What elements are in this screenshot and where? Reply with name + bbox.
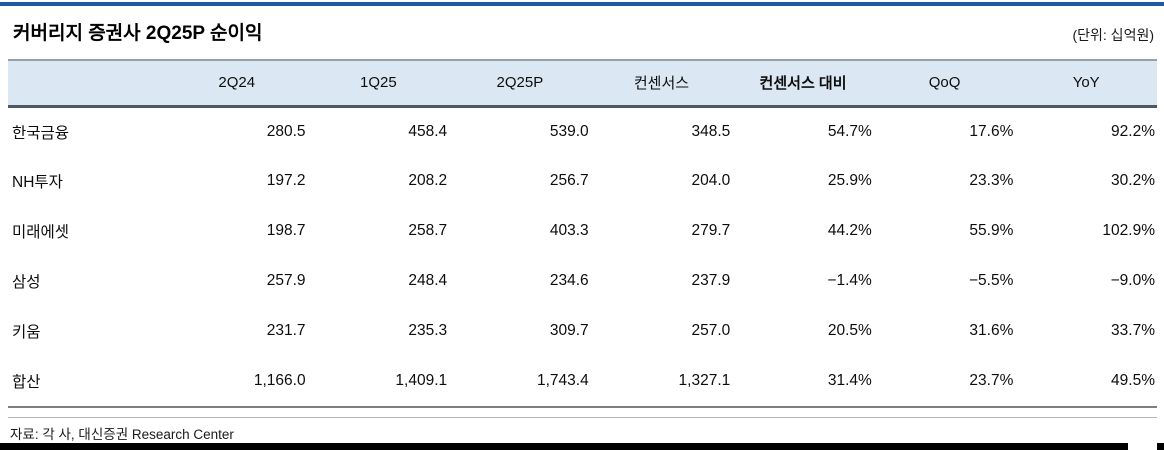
value-cell: −9.0% xyxy=(1110,272,1155,289)
table-header-row: 2Q24 1Q25 2Q25P 컨센서스 컨센서스 대비 QoQ YoY xyxy=(8,60,1157,106)
column-header-vs-consensus: 컨센서스 대비 xyxy=(759,75,847,93)
value-cell: 539.0 xyxy=(549,122,589,140)
value-cell: 31.4% xyxy=(827,372,872,389)
value-cell: 44.2% xyxy=(827,222,872,239)
value-cell: 1,409.1 xyxy=(395,372,448,389)
value-cell: 234.6 xyxy=(549,272,589,289)
value-cell: 1,743.4 xyxy=(536,372,589,389)
value-cell: 54.7% xyxy=(827,122,872,140)
net-income-table-wrap: 2Q24 1Q25 2Q25P 컨센서스 컨센서스 대비 QoQ YoY 한국금… xyxy=(8,59,1157,406)
table-row: NH투자 197.2 208.2 256.7 204.0 25.9% 23.3%… xyxy=(8,156,1157,206)
value-cell: 231.7 xyxy=(266,322,306,339)
column-header-2q24: 2Q24 xyxy=(218,74,256,92)
column-header-yoy: YoY xyxy=(1072,74,1100,92)
table-row: 삼성 257.9 248.4 234.6 237.9 −1.4% −5.5% −… xyxy=(8,256,1157,306)
value-cell: 248.4 xyxy=(408,272,448,289)
value-cell: 348.5 xyxy=(691,122,731,140)
column-header-company xyxy=(8,60,166,106)
company-cell: 합산 xyxy=(12,374,41,391)
table-row: 한국금융 280.5 458.4 539.0 348.5 54.7% 17.6%… xyxy=(8,106,1157,156)
value-cell: 208.2 xyxy=(408,172,448,189)
value-cell: 257.0 xyxy=(691,322,731,339)
value-cell: 197.2 xyxy=(266,172,306,189)
footer-separator-rule xyxy=(8,417,1157,418)
value-cell: 30.2% xyxy=(1111,172,1155,189)
value-cell: 92.2% xyxy=(1111,122,1155,140)
value-cell: 258.7 xyxy=(408,222,448,239)
value-cell: 17.6% xyxy=(969,122,1014,140)
source-note: 자료: 각 사, 대신증권 Research Center xyxy=(10,427,234,442)
value-cell: 403.3 xyxy=(549,222,589,239)
table-bottom-rule xyxy=(8,406,1157,408)
value-cell: −1.4% xyxy=(827,272,872,289)
page-bottom-bar xyxy=(0,443,1128,450)
report-header: 커버리지 증권사 2Q25P 순이익 (단위: 십억원) xyxy=(0,6,1164,59)
column-header-qoq: QoQ xyxy=(928,74,961,92)
column-header-2q25p: 2Q25P xyxy=(496,74,544,92)
value-cell: 257.9 xyxy=(266,272,306,289)
value-cell: 279.7 xyxy=(691,222,731,239)
table-row-total: 합산 1,166.0 1,409.1 1,743.4 1,327.1 31.4%… xyxy=(8,356,1157,406)
company-cell: 한국금융 xyxy=(12,124,70,142)
column-header-1q25: 1Q25 xyxy=(359,74,397,92)
value-cell: 280.5 xyxy=(266,122,306,140)
value-cell: 256.7 xyxy=(549,172,589,189)
table-row: 미래에셋 198.7 258.7 403.3 279.7 44.2% 55.9%… xyxy=(8,206,1157,256)
column-header-consensus: 컨센서스 xyxy=(633,75,690,93)
value-cell: 1,166.0 xyxy=(253,372,306,389)
value-cell: 235.3 xyxy=(408,322,448,339)
value-cell: 102.9% xyxy=(1102,222,1155,239)
unit-label: (단위: 십억원) xyxy=(1072,27,1154,43)
value-cell: 25.9% xyxy=(827,172,872,189)
value-cell: 198.7 xyxy=(266,222,306,239)
page-bottom-bar-tick xyxy=(1157,443,1164,450)
company-cell: 삼성 xyxy=(12,274,41,291)
value-cell: 31.6% xyxy=(969,322,1014,339)
value-cell: 23.7% xyxy=(969,372,1014,389)
company-cell: 미래에셋 xyxy=(12,224,70,241)
company-cell: 키움 xyxy=(12,324,41,341)
value-cell: 237.9 xyxy=(691,272,731,289)
value-cell: −5.5% xyxy=(968,272,1014,289)
company-cell: NH투자 xyxy=(12,174,63,191)
page-title: 커버리지 증권사 2Q25P 순이익 xyxy=(13,23,263,44)
value-cell: 1,327.1 xyxy=(678,372,731,389)
value-cell: 55.9% xyxy=(969,222,1014,239)
net-income-table: 2Q24 1Q25 2Q25P 컨센서스 컨센서스 대비 QoQ YoY 한국금… xyxy=(8,59,1157,406)
value-cell: 20.5% xyxy=(827,322,872,339)
table-row: 키움 231.7 235.3 309.7 257.0 20.5% 31.6% 3… xyxy=(8,306,1157,356)
value-cell: 458.4 xyxy=(408,122,448,140)
value-cell: 204.0 xyxy=(691,172,731,189)
value-cell: 23.3% xyxy=(969,172,1014,189)
value-cell: 33.7% xyxy=(1111,322,1155,339)
value-cell: 309.7 xyxy=(549,322,589,339)
value-cell: 49.5% xyxy=(1111,372,1155,389)
